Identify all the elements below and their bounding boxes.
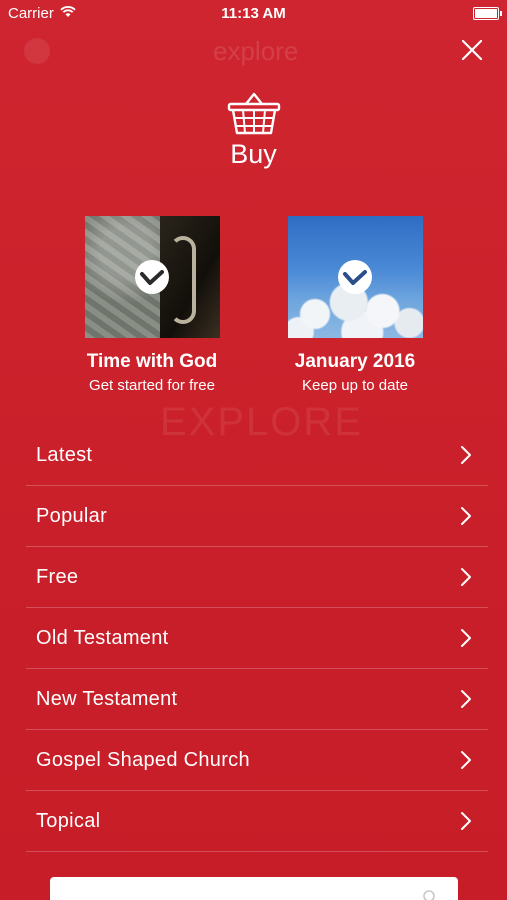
featured-subtitle: Get started for free (89, 377, 215, 394)
menu-item-label: New Testament (36, 688, 178, 710)
buy-button[interactable]: Buy (203, 90, 304, 180)
search-icon[interactable] (422, 889, 438, 900)
menu-item-popular[interactable]: Popular (26, 486, 488, 547)
menu-item-topical[interactable]: Topical (26, 791, 488, 852)
menu-item-new-testament[interactable]: New Testament (26, 669, 488, 730)
menu-item-label: Latest (36, 444, 93, 466)
featured-thumbnail (84, 216, 220, 338)
category-menu: Latest Popular Free Old Testament New Te… (26, 425, 488, 852)
menu-item-latest[interactable]: Latest (26, 425, 488, 486)
menu-item-label: Gospel Shaped Church (36, 749, 250, 771)
chevron-right-icon (461, 690, 471, 708)
battery-icon (473, 7, 502, 20)
chevron-right-icon (461, 812, 471, 830)
menu-item-label: Popular (36, 505, 108, 527)
basket-icon (227, 92, 280, 135)
close-button[interactable] (456, 34, 488, 66)
status-bar: Carrier 11:13 AM (0, 0, 507, 28)
chevron-right-icon (461, 507, 471, 525)
status-time: 11:13 AM (221, 5, 286, 22)
buy-label: Buy (230, 139, 277, 169)
featured-thumbnail (287, 216, 423, 338)
featured-title: Time with God (86, 351, 218, 372)
app-logo-faded (24, 38, 50, 64)
chevron-right-icon (461, 446, 471, 464)
check-logo-icon (338, 260, 372, 294)
check-logo-icon (135, 260, 169, 294)
featured-title: January 2016 (294, 351, 416, 372)
menu-item-gospel-shaped-church[interactable]: Gospel Shaped Church (26, 730, 488, 791)
menu-item-label: Old Testament (36, 627, 169, 649)
menu-item-old-testament[interactable]: Old Testament (26, 608, 488, 669)
menu-item-label: Free (36, 566, 79, 588)
chevron-right-icon (461, 751, 471, 769)
close-icon (461, 39, 483, 61)
menu-item-free[interactable]: Free (26, 547, 488, 608)
chevron-right-icon (461, 568, 471, 586)
featured-subtitle: Keep up to date (302, 377, 408, 394)
header-title-faded: explore (213, 36, 299, 66)
explore-menu-screen: explore EXPLORE Carrier 11:13 AM Buy Tim… (0, 0, 507, 900)
featured-time-with-god[interactable]: Time with God Get started for free (67, 216, 237, 395)
search-input[interactable] (50, 877, 458, 900)
featured-january-2016[interactable]: January 2016 Keep up to date (270, 216, 440, 395)
chevron-right-icon (461, 629, 471, 647)
menu-item-label: Topical (36, 810, 101, 832)
